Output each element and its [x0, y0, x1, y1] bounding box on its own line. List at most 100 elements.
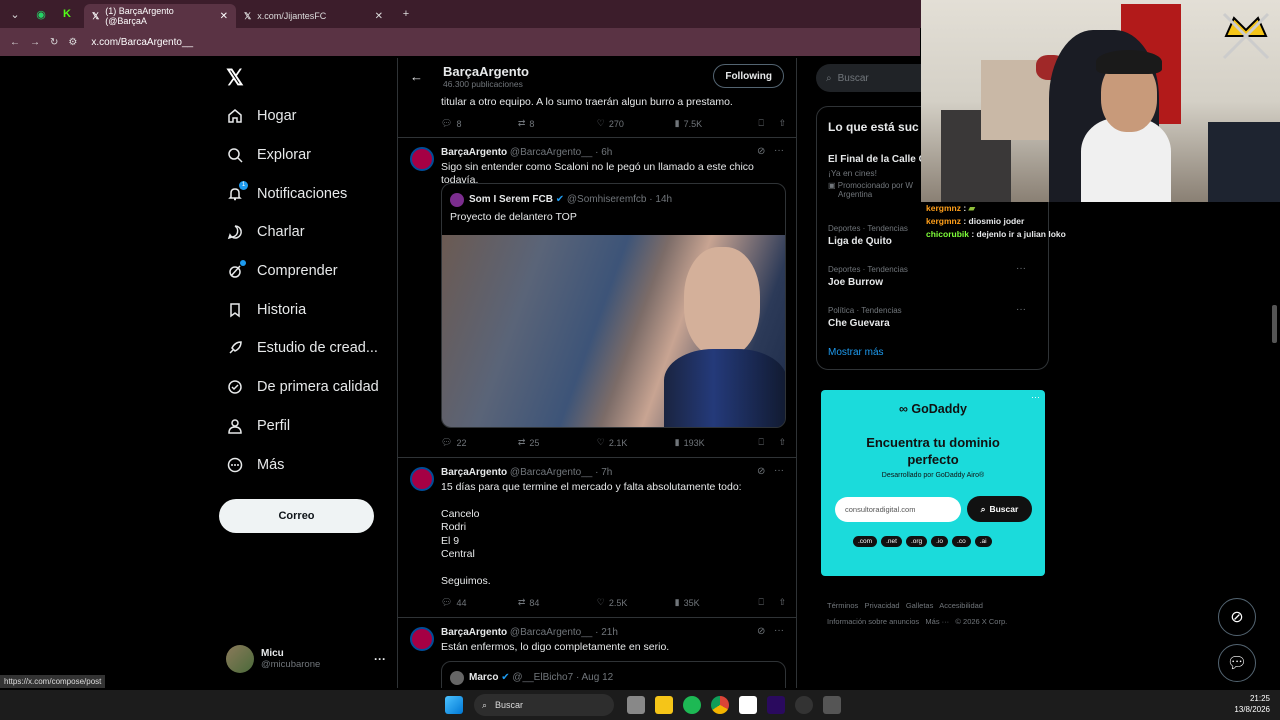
- nav-item-explore[interactable]: Explorar: [218, 136, 388, 175]
- notion-icon[interactable]: [739, 696, 757, 714]
- godaddy-ad[interactable]: ··· ∞ GoDaddy Encuentra tu dominio perfe…: [821, 390, 1045, 576]
- nav-item-notifications[interactable]: 1 Notificaciones: [218, 174, 388, 213]
- tld-chip[interactable]: .org: [905, 536, 928, 547]
- more-icon[interactable]: ···: [774, 625, 784, 636]
- more-icon[interactable]: ···: [1016, 304, 1026, 315]
- more-icon[interactable]: ···: [774, 465, 784, 476]
- nav-item-home[interactable]: Hogar: [218, 97, 388, 136]
- spotify-icon[interactable]: [683, 696, 701, 714]
- grok-fab-button[interactable]: ⊘: [1218, 598, 1256, 636]
- repost-button[interactable]: ⇄ 8: [518, 118, 597, 129]
- premiere-icon[interactable]: [767, 696, 785, 714]
- show-more-link[interactable]: Mostrar más: [828, 347, 884, 358]
- trend-item[interactable]: Deportes · Tendencias Joe Burrow: [828, 265, 908, 288]
- obs-icon[interactable]: [795, 696, 813, 714]
- whatsapp-tab-icon[interactable]: ◉: [30, 3, 52, 25]
- ad-more-icon[interactable]: ···: [1031, 392, 1040, 402]
- nav-item-chat[interactable]: Charlar: [218, 213, 388, 252]
- url-field[interactable]: x.com/BarcaArgento__: [91, 37, 193, 48]
- file-explorer-icon[interactable]: [655, 696, 673, 714]
- nav-item-bookmarks[interactable]: Historia: [218, 290, 388, 329]
- forward-icon[interactable]: →: [30, 37, 40, 48]
- domain-search-button[interactable]: ⌕ Buscar: [967, 496, 1032, 522]
- quote-text: Proyecto de delantero TOP: [450, 211, 577, 223]
- task-view-icon[interactable]: [627, 696, 645, 714]
- share-icon[interactable]: ⇧: [778, 437, 786, 448]
- footer-link[interactable]: Accesibilidad: [939, 601, 983, 610]
- avatar: [410, 147, 434, 171]
- nav-item-profile[interactable]: Perfil: [218, 407, 388, 446]
- tweet[interactable]: BarçaArgento @BarcaArgento__ · 21h ⊘ ···…: [398, 618, 796, 688]
- calculator-icon[interactable]: [823, 696, 841, 714]
- chrome-icon[interactable]: [711, 696, 729, 714]
- trend-item[interactable]: Política · Tendencias Che Guevara: [828, 306, 902, 329]
- tld-chip[interactable]: .io: [931, 536, 949, 547]
- footer-link[interactable]: Galletas: [906, 601, 934, 610]
- repost-button[interactable]: ⇄ 25: [518, 437, 597, 448]
- windows-start-icon[interactable]: [445, 696, 463, 714]
- trend-item[interactable]: Deportes · Tendencias Liga de Quito: [828, 224, 908, 247]
- more-icon[interactable]: ···: [1016, 263, 1026, 274]
- footer-link[interactable]: Más ···: [925, 617, 949, 626]
- footer-link[interactable]: Información sobre anuncios: [827, 617, 919, 626]
- system-clock[interactable]: 21:25 13/8/2026: [1234, 693, 1270, 715]
- views-button[interactable]: ▮ 35K: [675, 597, 759, 608]
- nav-item-creator-studio[interactable]: Estudio de cread...: [218, 329, 388, 368]
- tab-menu-button[interactable]: ⌄: [4, 3, 26, 25]
- following-button[interactable]: Following: [713, 64, 784, 88]
- tld-chip[interactable]: .net: [881, 536, 902, 547]
- repost-button[interactable]: ⇄ 84: [518, 597, 597, 608]
- domain-search-input[interactable]: consultoradigital.com: [835, 497, 961, 522]
- video-thumbnail[interactable]: [442, 235, 785, 427]
- like-button[interactable]: ♡ 2.5K: [597, 597, 675, 608]
- nav-item-premium[interactable]: De primera calidad: [218, 368, 388, 407]
- kick-tab-icon[interactable]: K: [56, 3, 78, 25]
- views-button[interactable]: ▮ 193K: [675, 437, 759, 448]
- promoted-trend[interactable]: El Final de la Calle O ¡Ya en cines! ▣ P…: [828, 154, 926, 199]
- more-options-icon[interactable]: ···: [374, 652, 386, 666]
- reply-button[interactable]: 💬︎ 44: [441, 597, 518, 608]
- views-button[interactable]: ▮ 7.5K: [675, 118, 759, 129]
- close-icon[interactable]: ✕: [220, 11, 228, 22]
- messages-fab-button[interactable]: 💬︎: [1218, 644, 1256, 682]
- reply-button[interactable]: 💬︎ 22: [441, 437, 518, 448]
- tweet[interactable]: BarçaArgento @BarcaArgento__ · 7h ⊘ ··· …: [398, 458, 796, 618]
- share-icon[interactable]: ⇧: [778, 118, 786, 129]
- back-arrow-icon[interactable]: ←: [410, 69, 423, 84]
- footer-link[interactable]: Privacidad: [865, 601, 900, 610]
- new-tab-button[interactable]: +: [395, 3, 417, 25]
- scrollbar[interactable]: [1272, 305, 1277, 343]
- grok-icon[interactable]: ⊘: [757, 146, 765, 157]
- nav-item-grok[interactable]: Comprender: [218, 252, 388, 291]
- like-button[interactable]: ♡ 2.1K: [597, 437, 675, 448]
- post-button[interactable]: Correo: [219, 499, 374, 533]
- grok-icon[interactable]: ⊘: [757, 626, 765, 637]
- x-logo-icon[interactable]: 𝕏: [226, 60, 388, 95]
- reload-icon[interactable]: ↻: [50, 37, 58, 48]
- more-icon[interactable]: ···: [774, 145, 784, 156]
- tweet[interactable]: BarçaArgento @BarcaArgento__ · 6h ⊘ ··· …: [398, 138, 796, 458]
- like-button[interactable]: ♡ 270: [597, 118, 675, 129]
- browser-tab-active[interactable]: 𝕏 (1) BarçaArgento (@BarçaA ✕: [84, 4, 236, 28]
- quoted-tweet[interactable]: Som I Serem FCB ✔ @Somhiseremfcb · 14h P…: [441, 183, 786, 428]
- tweet[interactable]: titular a otro equipo. A lo sumo traerán…: [398, 88, 796, 138]
- close-icon[interactable]: ✕: [375, 11, 383, 22]
- footer-link[interactable]: Términos: [827, 601, 858, 610]
- bookmark-icon[interactable]: ⎕: [758, 597, 778, 608]
- nav-item-more[interactable]: Más: [218, 445, 388, 484]
- tld-chip[interactable]: .co: [952, 536, 971, 547]
- bookmark-icon[interactable]: ⎕: [758, 118, 778, 129]
- browser-tab[interactable]: 𝕏 x.com/JijantesFC ✕: [236, 4, 391, 28]
- reply-button[interactable]: 💬︎ 8: [441, 118, 518, 129]
- tld-chip[interactable]: .com: [853, 536, 878, 547]
- taskbar-search-input[interactable]: ⌕ Buscar: [474, 694, 614, 716]
- back-icon[interactable]: ←: [10, 37, 20, 48]
- grok-icon[interactable]: ⊘: [757, 466, 765, 477]
- quoted-tweet[interactable]: Marco ✔ @__ElBicho7 · Aug 12: [441, 661, 786, 688]
- tld-chip[interactable]: .ai: [974, 536, 992, 547]
- bookmark-icon[interactable]: ⎕: [758, 437, 778, 448]
- share-icon[interactable]: ⇧: [778, 597, 786, 608]
- account-switcher[interactable]: Micu @micubarone ···: [226, 643, 386, 675]
- stream-chat: kergmnz : ▰ kergmnz : diosmio joder chic…: [921, 202, 1121, 254]
- site-info-icon[interactable]: ⚙: [68, 37, 77, 48]
